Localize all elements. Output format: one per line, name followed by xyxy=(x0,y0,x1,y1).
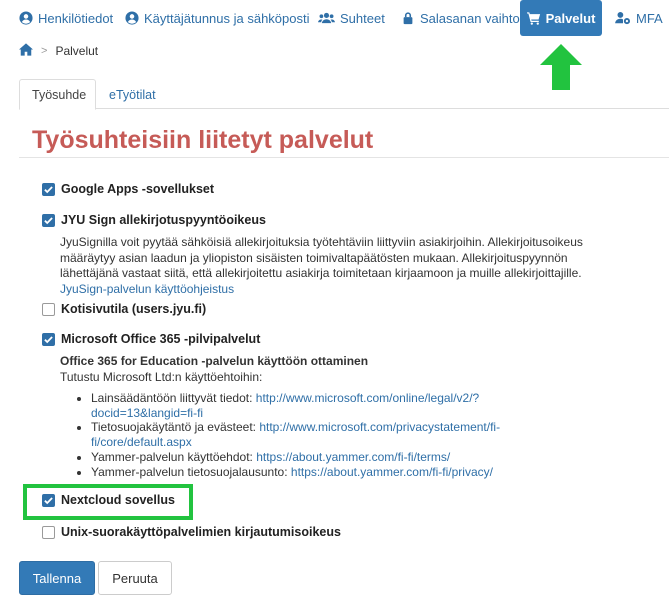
checkbox-office-365[interactable] xyxy=(42,332,55,346)
service-google-apps[interactable]: Google Apps -sovellukset xyxy=(42,182,214,196)
list-item: Yammer-palvelun tietosuojalausunto: http… xyxy=(91,465,530,480)
office-365-subheading: Office 365 for Education -palvelun käytt… xyxy=(60,354,369,368)
list-item: Tietosuojakäytäntö ja evästeet: http://w… xyxy=(91,420,530,449)
home-icon[interactable] xyxy=(19,43,33,59)
nav-label: Suhteet xyxy=(340,10,385,26)
checkbox-jyu-sign[interactable] xyxy=(42,213,55,227)
service-label: JYU Sign allekirjotuspyyntöoikeus xyxy=(61,213,266,227)
service-label: Google Apps -sovellukset xyxy=(61,182,215,196)
top-navigation: Henkilötiedot Käyttäjätunnus ja sähköpos… xyxy=(0,0,669,38)
nav-label: Henkilötiedot xyxy=(38,10,114,26)
nav-mfa[interactable]: MFA xyxy=(615,0,663,36)
yammer-privacy-link[interactable]: https://about.yammer.com/fi-fi/privacy/ xyxy=(291,465,493,479)
service-label: Kotisivutila (users.jyu.fi) xyxy=(61,302,207,316)
list-item: Yammer-palvelun käyttöehdot: https://abo… xyxy=(91,450,530,465)
jyu-sign-guide-link[interactable]: JyuSign-palvelun käyttöohjeistus xyxy=(60,282,234,296)
nav-kayttajatunnus[interactable]: Käyttäjätunnus ja sähköposti xyxy=(125,0,310,36)
service-label: Microsoft Office 365 -pilvipalvelut xyxy=(61,332,261,346)
highlight-box xyxy=(23,484,193,520)
service-jyu-sign[interactable]: JYU Sign allekirjotuspyyntöoikeus xyxy=(42,213,266,227)
checkbox-unix[interactable] xyxy=(42,525,55,539)
lock-icon xyxy=(401,11,415,25)
save-button[interactable]: Tallenna xyxy=(19,561,95,595)
nav-salasanan-vaihto[interactable]: Salasanan vaihto xyxy=(401,0,520,36)
list-item: Lainsäädäntöön liittyvät tiedot: http://… xyxy=(91,391,530,420)
user-gear-icon xyxy=(615,11,631,25)
checkmark-icon xyxy=(44,185,53,193)
nav-label: MFA xyxy=(636,10,663,26)
breadcrumb: > Palvelut xyxy=(19,43,98,59)
tab-etyotilat[interactable]: eTyötilat xyxy=(97,79,168,110)
office-365-intro-text: Tutustu Microsoft Ltd:n käyttöehtoihin: xyxy=(60,369,263,384)
service-unix[interactable]: Unix-suorakäyttöpalvelimien kirjautumiso… xyxy=(42,525,341,539)
page-title: Työsuhteisiin liitetyt palvelut xyxy=(32,126,374,154)
checkmark-icon xyxy=(44,335,53,343)
nav-label: Salasanan vaihto xyxy=(420,10,520,26)
service-label: Unix-suorakäyttöpalvelimien kirjautumiso… xyxy=(61,525,341,539)
yammer-terms-link[interactable]: https://about.yammer.com/fi-fi/terms/ xyxy=(256,450,450,464)
user-circle-icon xyxy=(125,11,139,25)
user-circle-icon xyxy=(19,11,33,25)
cancel-button[interactable]: Peruuta xyxy=(98,561,172,595)
users-icon xyxy=(318,11,335,25)
nav-suhteet[interactable]: Suhteet xyxy=(318,0,385,36)
description-text: JyuSignilla voit pyytää sähköisiä alleki… xyxy=(60,235,583,280)
divider xyxy=(19,157,669,158)
terms-list: Lainsäädäntöön liittyvät tiedot: http://… xyxy=(60,391,530,479)
breadcrumb-current: Palvelut xyxy=(55,44,99,58)
nav-label: Käyttäjätunnus ja sähköposti xyxy=(144,10,310,26)
tab-bar: Työsuhde eTyötilat xyxy=(19,79,669,110)
nav-palvelut[interactable]: Palvelut xyxy=(520,0,602,36)
cart-icon xyxy=(526,11,541,25)
jyu-sign-description: JyuSignilla voit pyytää sähköisiä alleki… xyxy=(60,235,590,297)
tab-tyosuhde[interactable]: Työsuhde xyxy=(19,79,96,110)
nav-henkilotiedot[interactable]: Henkilötiedot xyxy=(19,0,113,36)
checkmark-icon xyxy=(44,216,53,224)
checkbox-kotisivutila[interactable] xyxy=(42,302,55,316)
services-panel[interactable]: Työsuhteisiin liitetyt palvelut Google A… xyxy=(19,110,669,546)
checkbox-google-apps[interactable] xyxy=(42,182,55,196)
service-kotisivutila[interactable]: Kotisivutila (users.jyu.fi) xyxy=(42,302,206,316)
service-office-365[interactable]: Microsoft Office 365 -pilvipalvelut xyxy=(42,332,260,346)
nav-label: Palvelut xyxy=(545,10,596,26)
office-365-intro: Office 365 for Education -palvelun käytt… xyxy=(60,354,590,385)
breadcrumb-separator: > xyxy=(41,45,48,57)
